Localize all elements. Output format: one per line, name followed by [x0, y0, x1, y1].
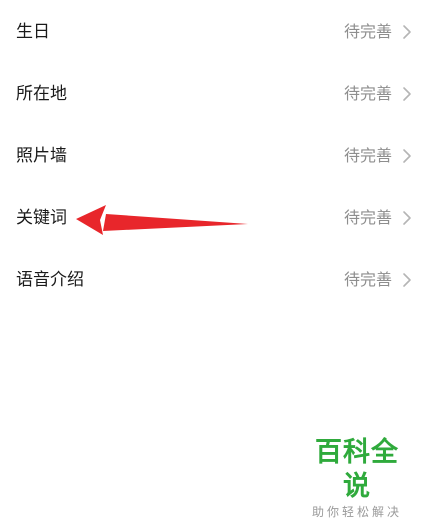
chevron-right-icon: [403, 211, 411, 225]
chevron-right-icon: [403, 273, 411, 287]
chevron-right-icon: [403, 149, 411, 163]
row-label: 关键词: [16, 208, 67, 228]
row-label: 生日: [16, 22, 50, 42]
profile-settings-list: 生日 待完善 所在地 待完善 照片墙 待完善 关键词 待完善 语音介绍 待完善: [0, 0, 430, 310]
row-label: 照片墙: [16, 146, 67, 166]
chevron-right-icon: [403, 25, 411, 39]
row-photo-wall[interactable]: 照片墙 待完善: [0, 124, 430, 186]
row-voice-intro[interactable]: 语音介绍 待完善: [0, 248, 430, 310]
row-birthday[interactable]: 生日 待完善: [0, 0, 430, 62]
row-value: 待完善: [343, 22, 392, 41]
watermark-title: 百科全说: [315, 437, 399, 502]
row-value: 待完善: [343, 146, 392, 165]
row-value: 待完善: [343, 84, 392, 103]
watermark-logo: 百科全说 助你轻松解决: [302, 436, 412, 520]
row-value: 待完善: [343, 208, 392, 227]
row-keywords[interactable]: 关键词 待完善: [0, 186, 430, 248]
chevron-right-icon: [403, 87, 411, 101]
row-label: 语音介绍: [16, 270, 84, 290]
row-location[interactable]: 所在地 待完善: [0, 62, 430, 124]
watermark-subtitle: 助你轻松解决: [311, 505, 402, 519]
row-label: 所在地: [16, 84, 67, 104]
row-value: 待完善: [343, 270, 392, 289]
